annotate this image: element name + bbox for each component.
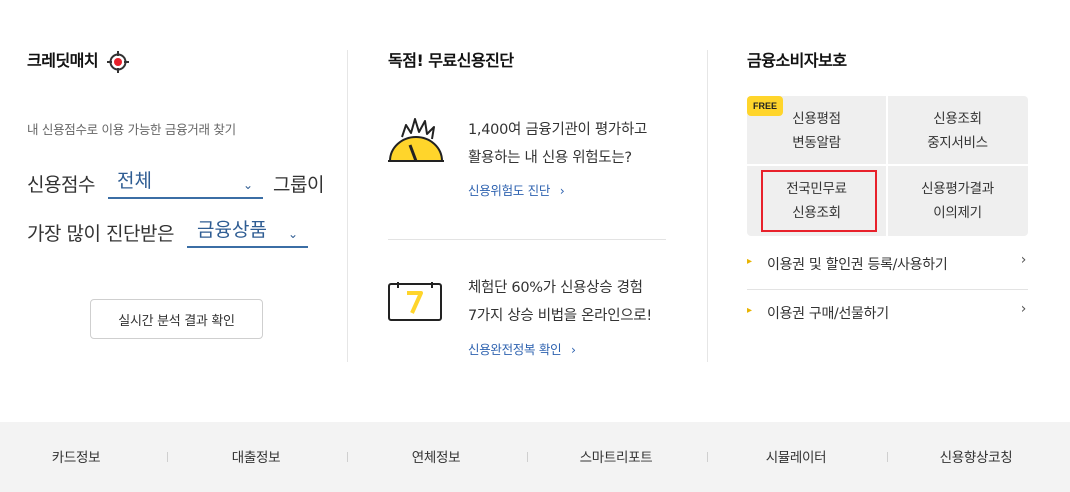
risk-diagnosis-link-label: 신용위험도 진단 (468, 183, 551, 198)
free-badge: FREE (747, 96, 783, 116)
product-select-value: 금융상품 (197, 219, 267, 241)
chevron-down-icon: ⌄ (242, 178, 253, 192)
target-icon (107, 50, 130, 73)
column-divider (707, 50, 708, 362)
score-row-prefix: 신용점수 (27, 174, 95, 196)
section-divider (388, 239, 666, 240)
chevron-right-icon: › (1020, 252, 1027, 268)
protection-grid: 신용평점 변동알람 신용조회 중지서비스 전국민무료 신용조회 신용평가결과 이… (747, 96, 1028, 236)
coupon-register-label: 이용권 및 할인권 등록/사용하기 (767, 257, 948, 273)
list-divider (747, 289, 1028, 290)
cell-label-line2: 이의제기 (933, 204, 982, 221)
credit-match-title-text: 크레딧매치 (27, 51, 99, 70)
coupon-purchase-link[interactable]: ▸ 이용권 구매/선물하기 › (747, 291, 1028, 339)
chevron-right-icon: › (1020, 301, 1027, 317)
bullet-icon: ▸ (747, 305, 752, 316)
credit-objection-button[interactable]: 신용평가결과 이의제기 (888, 166, 1027, 235)
credit-mastery-link[interactable]: 신용완전정복 확인 › (468, 339, 576, 358)
coupon-purchase-label: 이용권 구매/선물하기 (767, 306, 889, 322)
credit-match-description: 내 신용점수로 이용 가능한 금융거래 찾기 (27, 122, 236, 137)
diagnosis-item: 체험단 60%가 신용상승 경험 7가지 상승 비법을 온라인으로! 신용완전정… (388, 268, 668, 368)
column-divider (347, 50, 348, 362)
score-select-value: 전체 (117, 170, 152, 192)
cell-label-line1: 신용평점 (792, 110, 841, 127)
cell-label-line2: 변동알람 (792, 134, 841, 151)
chevron-down-icon: ⌄ (287, 227, 298, 241)
diagnosis-title: 독점! 무료신용진단 (388, 51, 514, 70)
gauge-icon (388, 118, 444, 162)
cell-label-line1: 신용조회 (933, 110, 982, 127)
footer-nav: 카드정보 대출정보 연체정보 스마트리포트 시뮬레이터 신용향상코칭 (0, 422, 1070, 492)
cell-label-line1: 신용평가결과 (921, 180, 994, 197)
diagnosis-text-line2: 7가지 상승 비법을 온라인으로! (468, 308, 652, 324)
credit-mastery-link-label: 신용완전정복 확인 (468, 342, 562, 357)
realtime-result-button[interactable]: 실시간 분석 결과 확인 (90, 299, 263, 339)
highlight-box (761, 170, 877, 232)
protection-title: 금융소비자보호 (747, 51, 847, 70)
footer-item-simulator[interactable]: 시뮬레이터 (706, 446, 886, 466)
diagnosis-text-line1: 체험단 60%가 신용상승 경험 (468, 280, 643, 296)
footer-item-delinquency-info[interactable]: 연체정보 (346, 446, 526, 466)
score-group-row: 신용점수 (27, 170, 95, 197)
footer-item-loan-info[interactable]: 대출정보 (166, 446, 346, 466)
cell-label-line2: 중지서비스 (927, 134, 988, 151)
product-row-prefix: 가장 많이 진단받은 (27, 223, 174, 245)
chevron-right-icon: › (559, 183, 565, 198)
score-select[interactable]: 전체 ⌄ (108, 167, 263, 199)
chevron-right-icon: › (570, 342, 576, 357)
footer-item-card-info[interactable]: 카드정보 (0, 446, 166, 466)
product-select[interactable]: 금융상품 ⌄ (187, 216, 308, 248)
credit-inquiry-stop-button[interactable]: 신용조회 중지서비스 (888, 96, 1027, 165)
diagnosis-item: 1,400여 금융기관이 평가하고 활용하는 내 신용 위험도는? 신용위험도 … (388, 110, 668, 220)
score-row-suffix: 그룹이 (273, 174, 324, 196)
footer-item-credit-coaching[interactable]: 신용향상코칭 (886, 446, 1066, 466)
coupon-register-link[interactable]: ▸ 이용권 및 할인권 등록/사용하기 › (747, 242, 1028, 290)
diagnosis-text-line2: 활용하는 내 신용 위험도는? (468, 150, 632, 166)
diagnosis-text-line1: 1,400여 금융기관이 평가하고 (468, 122, 648, 138)
risk-diagnosis-link[interactable]: 신용위험도 진단 › (468, 180, 565, 199)
bullet-icon: ▸ (747, 256, 752, 267)
credit-match-title: 크레딧매치 (27, 47, 130, 73)
calendar-7-icon (388, 282, 442, 321)
footer-item-smart-report[interactable]: 스마트리포트 (526, 446, 706, 466)
